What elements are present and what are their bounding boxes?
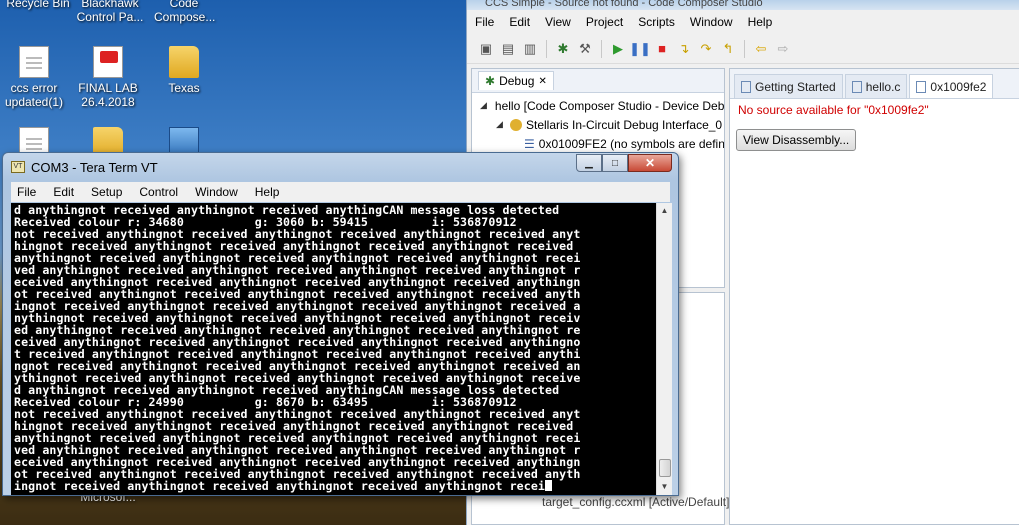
scrollbar-thumb[interactable] (659, 459, 671, 477)
menu-project[interactable]: Project (586, 15, 623, 29)
c-file-icon (916, 80, 927, 93)
suspend-icon[interactable]: ❚❚ (629, 40, 651, 58)
blackhawk-control-panel-label: Blackhawk Control Pa... (76, 0, 144, 24)
editor-area: Getting Started hello.c 0x1009fe2 No sou… (729, 68, 1019, 525)
tree-item-frame[interactable]: ☰ 0x01009FE2 (no symbols are defined) (478, 134, 724, 153)
tab-debug[interactable]: ✱ Debug ✕ (478, 71, 554, 90)
recycle-bin-label: Recycle Bin (6, 0, 70, 10)
texas-folder-label: Texas (168, 81, 200, 95)
editor-tabbar: Getting Started hello.c 0x1009fe2 (730, 69, 1019, 99)
menu-window[interactable]: Window (195, 185, 238, 199)
tab-getting-started[interactable]: Getting Started (734, 74, 843, 98)
thread-icon (510, 118, 522, 131)
tab-address-label: 0x1009fe2 (930, 79, 987, 94)
menu-window[interactable]: Window (690, 15, 733, 29)
menu-file[interactable]: File (475, 15, 494, 29)
tab-debug-label: Debug (499, 74, 535, 88)
window-controls: ▁ □ ✕ (576, 154, 672, 172)
no-source-message: No source available for "0x1009fe2" (738, 103, 929, 117)
back-icon[interactable]: ⇦ (752, 40, 770, 58)
forward-icon[interactable]: ⇨ (774, 40, 792, 58)
expand-triangle-icon[interactable]: ◢ (496, 119, 506, 130)
code-composer-label: Code Compose... (154, 0, 216, 24)
recycle-bin-shortcut[interactable]: Recycle Bin (0, 0, 76, 10)
save-all-icon[interactable]: ▥ (521, 40, 539, 58)
menu-setup[interactable]: Setup (91, 185, 122, 199)
terminal-last-line-text: ingnot received anythingnot received any… (14, 479, 546, 493)
minimize-icon[interactable]: ▁ (576, 154, 602, 172)
close-icon[interactable]: ✕ (538, 76, 546, 87)
menu-scripts[interactable]: Scripts (638, 15, 675, 29)
menu-help[interactable]: Help (255, 185, 280, 199)
toolbar-separator (546, 39, 547, 58)
toolbar-separator (601, 39, 602, 58)
terminal-scrollbar[interactable]: ▲ ▼ (656, 203, 672, 495)
resume-icon[interactable]: ▶ (609, 40, 627, 58)
scroll-up-icon[interactable]: ▲ (657, 203, 672, 219)
debug-tree: ◢ hello [Code Composer Studio - Device D… (472, 93, 724, 153)
teraterm-window: VT COM3 - Tera Term VT ▁ □ ✕ File Edit S… (2, 152, 679, 496)
build-icon[interactable]: ⚒ (576, 40, 594, 58)
menu-view[interactable]: View (545, 15, 571, 29)
menu-file[interactable]: File (17, 185, 36, 199)
teraterm-menu-bar: File Edit Setup Control Window Help (11, 182, 670, 202)
new-icon[interactable]: ▣ (477, 40, 495, 58)
stack-frame-icon: ☰ (524, 136, 535, 151)
teraterm-title-bar[interactable]: VT COM3 - Tera Term VT ▁ □ ✕ (3, 153, 678, 181)
debug-bug-icon: ✱ (485, 74, 496, 88)
ccs-menu-bar: File Edit View Project Scripts Window He… (467, 10, 1019, 34)
step-into-icon[interactable]: ↴ (675, 40, 693, 58)
texas-folder-shortcut[interactable]: Texas (146, 46, 222, 95)
tree-item-session-label: hello [Code Composer Studio - Device Deb… (494, 98, 724, 113)
blackhawk-control-panel-shortcut[interactable]: Blackhawk Control Pa... (72, 0, 148, 24)
debug-icon[interactable]: ✱ (554, 40, 572, 58)
target-config-item[interactable]: target_config.ccxml [Active/Default] (542, 495, 729, 509)
terminal-cursor (545, 480, 553, 491)
tab-getting-started-label: Getting Started (755, 79, 836, 94)
step-return-icon[interactable]: ↰ (719, 40, 737, 58)
menu-control[interactable]: Control (139, 185, 178, 199)
tab-hello-c[interactable]: hello.c (844, 74, 908, 98)
close-icon[interactable]: ✕ (628, 154, 672, 172)
debug-view-tabbar: ✱ Debug ✕ (472, 69, 724, 93)
terminal-last-line: ingnot received anythingnot received any… (14, 480, 656, 492)
tab-hello-c-label: hello.c (865, 79, 901, 94)
view-disassembly-button[interactable]: View Disassembly... (736, 129, 857, 151)
menu-edit[interactable]: Edit (53, 185, 74, 199)
terminal-output[interactable]: d anythingnot received anythingnot recei… (11, 203, 656, 495)
final-lab-label: FINAL LAB 26.4.2018 (78, 81, 138, 109)
code-composer-shortcut[interactable]: Code Compose... (146, 0, 222, 24)
tab-address[interactable]: 0x1009fe2 (909, 74, 994, 98)
maximize-icon[interactable]: □ (602, 154, 628, 172)
tree-item-interface[interactable]: ◢ Stellaris In-Circuit Debug Interface_0 (478, 115, 724, 134)
page-icon (741, 80, 751, 93)
ccs-error-shortcut[interactable]: ccs error updated(1) (0, 46, 72, 109)
menu-edit[interactable]: Edit (509, 15, 530, 29)
ccs-toolbar: ▣ ▤ ▥ ✱ ⚒ ▶ ❚❚ ■ ↴ ↷ ↰ ⇦ ⇨ (467, 34, 1019, 64)
expand-triangle-icon[interactable]: ◢ (480, 100, 487, 111)
toolbar-separator (744, 39, 745, 58)
ccs-title-bar: CCS Simple - Source not found - Code Com… (467, 0, 1019, 10)
tree-item-frame-label: 0x01009FE2 (no symbols are defined) (538, 136, 724, 151)
folder-icon (169, 46, 199, 78)
ccs-error-label: ccs error updated(1) (4, 81, 64, 109)
scroll-down-icon[interactable]: ▼ (657, 479, 672, 495)
tree-item-interface-label: Stellaris In-Circuit Debug Interface_0 (526, 117, 723, 132)
save-icon[interactable]: ▤ (499, 40, 517, 58)
teraterm-title: COM3 - Tera Term VT (31, 159, 158, 175)
step-over-icon[interactable]: ↷ (697, 40, 715, 58)
pdf-icon (93, 46, 123, 78)
teraterm-app-icon: VT (11, 161, 25, 173)
menu-help[interactable]: Help (748, 15, 773, 29)
document-icon (19, 46, 49, 78)
final-lab-shortcut[interactable]: FINAL LAB 26.4.2018 (70, 46, 146, 109)
tree-item-session[interactable]: ◢ hello [Code Composer Studio - Device D… (478, 96, 724, 115)
c-file-icon (851, 80, 862, 93)
terminate-icon[interactable]: ■ (653, 40, 671, 58)
